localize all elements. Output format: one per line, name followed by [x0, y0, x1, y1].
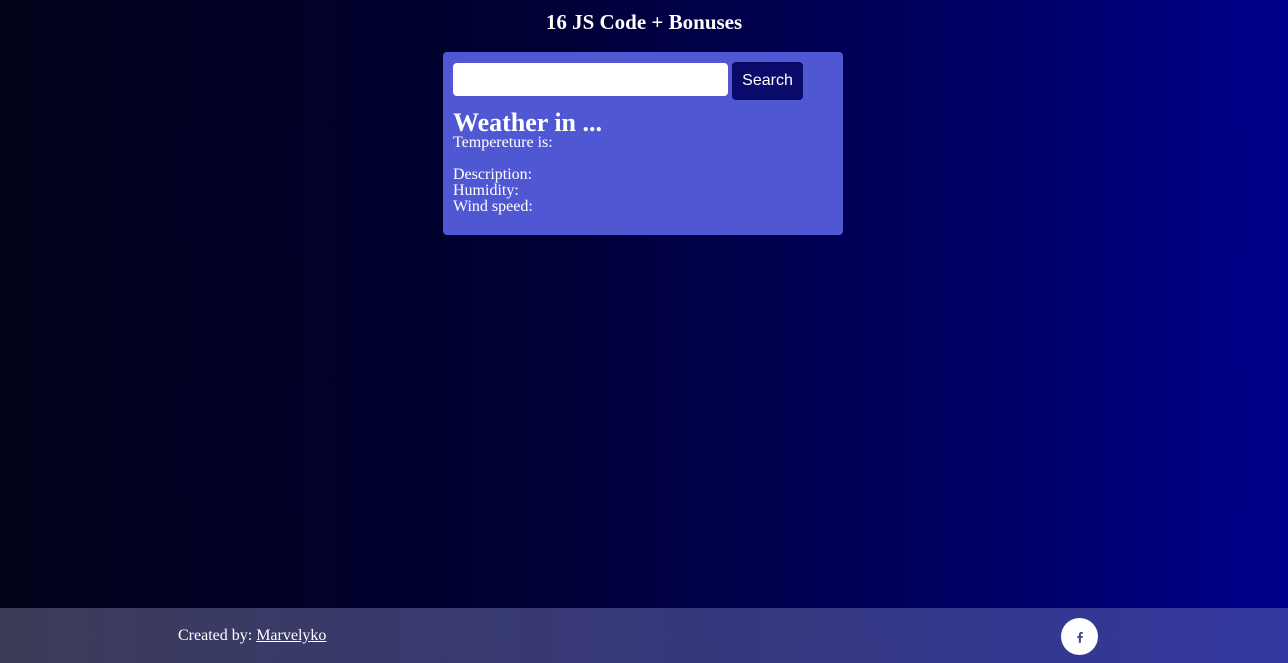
weather-card: Search Weather in ... Tempereture is: De… [443, 52, 843, 235]
description-label: Description: [453, 166, 533, 183]
facebook-button[interactable] [1061, 618, 1098, 655]
footer-credit: Created by: Marvelyko [178, 627, 326, 645]
author-link[interactable]: Marvelyko [256, 627, 326, 644]
humidity-label: Humidity: [453, 182, 519, 199]
temperature-label: Tempereture is: [453, 134, 553, 151]
credit-prefix: Created by: [178, 627, 257, 644]
city-search-input[interactable] [453, 63, 728, 96]
page-title: 16 JS Code + Bonuses [545, 10, 743, 34]
wind-speed-label: Wind speed: [453, 198, 533, 215]
facebook-icon [1076, 631, 1083, 643]
search-button[interactable]: Search [732, 62, 803, 100]
footer: Created by: Marvelyko [0, 608, 1288, 663]
